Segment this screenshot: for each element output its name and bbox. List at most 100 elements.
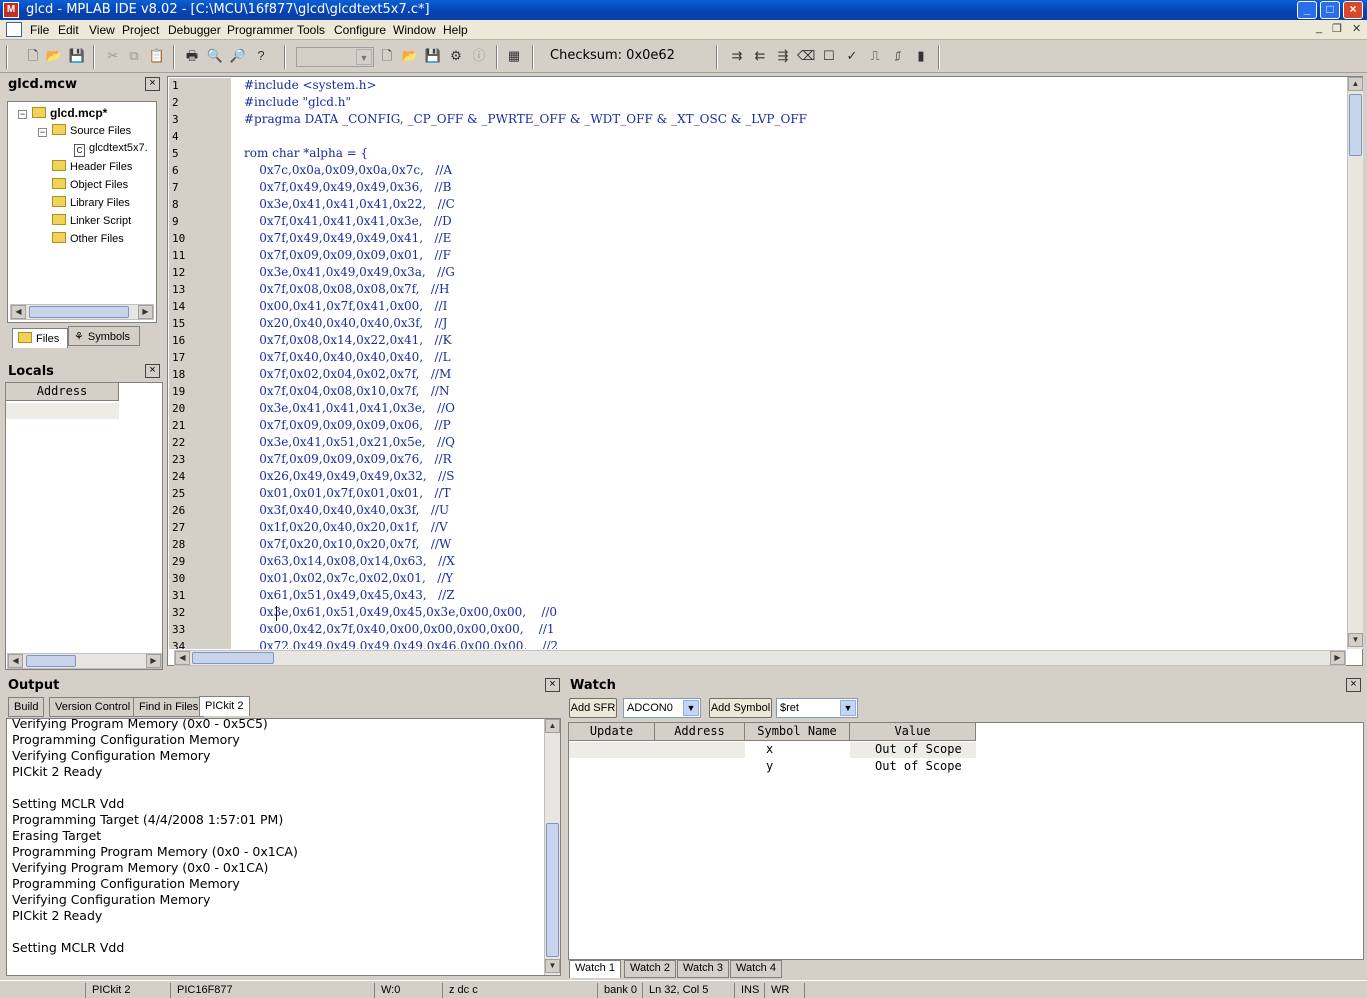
code-line[interactable]: 0x26,0x49,0x49,0x49,0x32, //S [244, 469, 454, 483]
mdi-restore-icon[interactable]: ❐ [1332, 22, 1342, 35]
code-line[interactable]: 0x3e,0x41,0x51,0x21,0x5e, //Q [244, 435, 455, 449]
tree-item-header-files[interactable]: Header Files [52, 160, 132, 173]
scroll-left-icon[interactable]: ◀ [175, 651, 190, 665]
scroll-left-icon[interactable]: ◀ [11, 305, 26, 319]
tab-files[interactable]: Files [12, 328, 68, 348]
verify-device-icon[interactable]: ⇶ [774, 47, 792, 65]
scrollbar-thumb[interactable] [29, 306, 129, 318]
mdi-close-icon[interactable]: ✕ [1352, 22, 1361, 35]
menu-programmer[interactable]: Programmer [227, 23, 294, 37]
tree-item-source-file[interactable]: Cglcdtext5x7. [74, 142, 148, 157]
scroll-up-icon[interactable]: ▲ [545, 719, 560, 733]
code-line[interactable]: 0x7f,0x49,0x49,0x49,0x41, //E [244, 231, 451, 245]
collapse-icon[interactable]: − [18, 110, 27, 119]
open-folder-icon[interactable]: 📂 [45, 47, 63, 65]
add-symbol-button[interactable]: Add Symbol [709, 698, 772, 718]
code-line[interactable]: 0x7f,0x20,0x10,0x20,0x7f, //W [244, 537, 451, 551]
project-tree-hscrollbar[interactable]: ◀ ▶ [10, 304, 154, 320]
document-icon[interactable] [6, 22, 22, 37]
code-line[interactable]: #pragma DATA _CONFIG, _CP_OFF & _PWRTE_O… [244, 112, 807, 126]
code-line[interactable]: 0x72,0x49,0x49,0x49,0x49,0x46,0x00,0x00,… [244, 639, 558, 649]
editor-hscrollbar[interactable]: ◀ ▶ [174, 650, 1346, 666]
menu-tools[interactable]: Tools [297, 23, 325, 37]
build-config-select[interactable]: ▼ [296, 47, 374, 67]
menu-file[interactable]: File [30, 23, 49, 37]
collapse-icon[interactable]: − [38, 128, 47, 137]
tree-item-linker-script[interactable]: Linker Script [52, 214, 131, 227]
scroll-right-icon[interactable]: ▶ [138, 305, 153, 319]
tab-find-in-files[interactable]: Find in Files [133, 697, 205, 717]
info-icon[interactable]: ⓘ [470, 47, 488, 65]
find-icon[interactable]: 🔍 [206, 47, 224, 65]
maximize-button[interactable]: □ [1320, 1, 1340, 19]
tab-watch-4[interactable]: Watch 4 [730, 960, 782, 978]
code-line[interactable]: 0x01,0x01,0x7f,0x01,0x01, //T [244, 486, 450, 500]
print-icon[interactable]: 🖶 [183, 47, 201, 65]
menu-debugger[interactable]: Debugger [168, 23, 221, 37]
scroll-up-icon[interactable]: ▲ [1348, 77, 1363, 91]
watch-symbol-cell[interactable]: y [766, 759, 773, 773]
scrollbar-thumb[interactable] [546, 823, 559, 957]
save-project-icon[interactable]: 💾 [424, 47, 442, 65]
code-line[interactable]: 0x7f,0x08,0x14,0x22,0x41, //K [244, 333, 451, 347]
open-project-icon[interactable]: 📂 [401, 47, 419, 65]
project-root-item[interactable]: glcd.mcp* [32, 106, 107, 120]
output-vscrollbar[interactable]: ▲ ▼ [544, 719, 560, 975]
close-icon[interactable]: × [145, 77, 160, 91]
code-line[interactable]: 0x7f,0x02,0x04,0x02,0x7f, //M [244, 367, 451, 381]
tab-version-control[interactable]: Version Control [49, 697, 137, 717]
column-header-address[interactable]: Address [655, 723, 745, 741]
scroll-right-icon[interactable]: ▶ [1330, 651, 1345, 665]
hold-reset-icon[interactable]: ⎎ [889, 47, 907, 65]
check-icon[interactable]: ✓ [843, 47, 861, 65]
code-line[interactable]: 0x7f,0x41,0x41,0x41,0x3e, //D [244, 214, 451, 228]
menu-configure[interactable]: Configure [334, 23, 386, 37]
scroll-left-icon[interactable]: ◀ [8, 654, 23, 668]
code-line[interactable]: 0x7f,0x09,0x09,0x09,0x76, //R [244, 452, 451, 466]
code-line[interactable]: 0x7f,0x09,0x09,0x09,0x06, //P [244, 418, 450, 432]
erase-device-icon[interactable]: ⌫ [797, 47, 815, 65]
code-editor[interactable]: 1 #include <system.h> 2 #include "glcd.h" 3 #… [167, 76, 1363, 666]
tab-watch-1[interactable]: Watch 1 [569, 960, 621, 978]
code-line[interactable]: 0x00,0x42,0x7f,0x40,0x00,0x00,0x00,0x00,… [244, 622, 554, 636]
build-icon[interactable]: ⚙ [447, 47, 465, 65]
code-line[interactable]: 0x7f,0x40,0x40,0x40,0x40, //L [244, 350, 450, 364]
scrollbar-thumb[interactable] [1349, 94, 1362, 156]
pickit-icon[interactable]: ▮ [912, 47, 930, 65]
code-line[interactable]: 0x3e,0x41,0x41,0x41,0x22, //C [244, 197, 455, 211]
code-area[interactable]: 1 #include <system.h> 2 #include "glcd.h" 3 #… [168, 78, 1346, 649]
new-file-icon[interactable]: 🗋 [24, 47, 42, 65]
watch-symbol-cell[interactable]: x [766, 742, 773, 756]
blank-check-icon[interactable]: ☐ [820, 47, 838, 65]
tab-symbols[interactable]: ⚘ Symbols [68, 326, 140, 346]
menu-window[interactable]: Window [393, 23, 436, 37]
read-device-icon[interactable]: ⇇ [751, 47, 769, 65]
scroll-down-icon[interactable]: ▼ [1348, 633, 1363, 647]
watch-value-cell[interactable]: Out of Scope [875, 742, 962, 756]
tab-watch-2[interactable]: Watch 2 [624, 960, 676, 978]
close-icon[interactable]: × [145, 364, 160, 378]
column-header-update[interactable]: Update [569, 723, 655, 741]
watch-value-cell[interactable]: Out of Scope [875, 759, 962, 773]
locals-hscrollbar[interactable]: ◀ ▶ [7, 653, 162, 669]
tab-build[interactable]: Build [8, 697, 45, 717]
menu-project[interactable]: Project [122, 23, 159, 37]
tree-item-object-files[interactable]: Object Files [52, 178, 128, 191]
scrollbar-thumb[interactable] [26, 655, 76, 667]
code-line[interactable]: 0x63,0x14,0x08,0x14,0x63, //X [244, 554, 455, 568]
cut-icon[interactable]: ✂ [104, 47, 122, 65]
sfr-select[interactable]: ADCON0 ▼ [623, 698, 701, 718]
code-line[interactable]: 0x7f,0x09,0x09,0x09,0x01, //F [244, 248, 451, 262]
code-line[interactable]: 0x01,0x02,0x7c,0x02,0x01, //Y [244, 571, 453, 585]
tree-item-source-files[interactable]: Source Files [52, 124, 131, 137]
help-icon[interactable]: ? [252, 47, 270, 65]
column-header-address[interactable]: Address [6, 383, 119, 401]
close-icon[interactable]: × [1346, 678, 1361, 692]
column-header-value[interactable]: Value [850, 723, 976, 741]
code-line[interactable]: #include "glcd.h" [244, 95, 351, 109]
paste-icon[interactable]: 📋 [148, 47, 166, 65]
copy-icon[interactable]: ⧉ [125, 47, 143, 65]
close-icon[interactable]: × [545, 678, 560, 692]
release-reset-icon[interactable]: ⎍ [866, 47, 884, 65]
save-icon[interactable]: 💾 [68, 47, 86, 65]
